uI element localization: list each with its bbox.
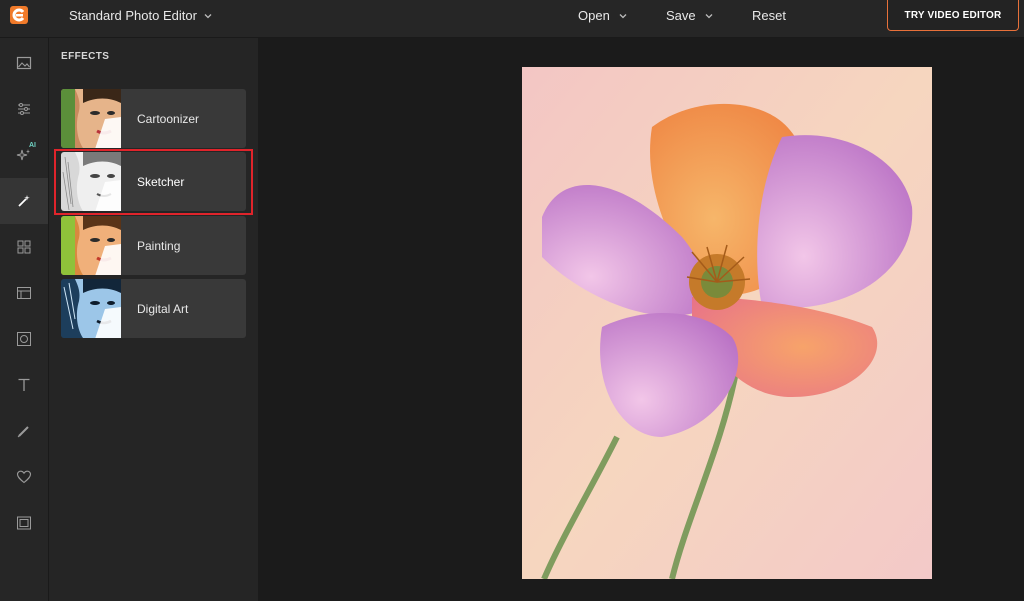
- effect-sketcher[interactable]: Sketcher: [61, 152, 246, 211]
- tool-rail: AI: [0, 38, 49, 601]
- chevron-down-icon: [619, 13, 627, 18]
- effects-panel: EFFECTS Cartoonizer Sketcher Painting Di…: [49, 38, 258, 601]
- grid-icon: [17, 240, 31, 254]
- rail-item-draw[interactable]: [0, 408, 48, 454]
- ai-badge: AI: [29, 142, 36, 149]
- painting-thumbnail: [61, 216, 121, 275]
- text-icon: [18, 378, 30, 391]
- effect-digital-art[interactable]: Digital Art: [61, 279, 246, 338]
- heart-icon: [16, 470, 32, 484]
- open-label: Open: [578, 8, 610, 23]
- effect-label: Sketcher: [137, 174, 185, 189]
- digital-art-thumbnail: [61, 279, 121, 338]
- magic-wand-icon: [18, 195, 30, 207]
- sketcher-thumbnail: [61, 152, 121, 211]
- open-menu[interactable]: Open: [578, 8, 628, 23]
- overlay-icon: [17, 287, 31, 299]
- chevron-down-icon: [705, 13, 713, 18]
- reset-label: Reset: [752, 8, 786, 23]
- effect-label: Cartoonizer: [137, 111, 200, 126]
- rail-item-ai[interactable]: AI: [0, 132, 48, 178]
- rail-item-border[interactable]: [0, 500, 48, 546]
- try-video-editor-button[interactable]: TRY VIDEO EDITOR: [887, 0, 1019, 31]
- app-logo-icon[interactable]: [10, 6, 28, 24]
- effect-cartoonizer[interactable]: Cartoonizer: [61, 89, 246, 148]
- panel-title: EFFECTS: [61, 51, 110, 62]
- rail-item-overlay[interactable]: [0, 270, 48, 316]
- save-menu[interactable]: Save: [666, 8, 714, 23]
- photo-canvas[interactable]: [522, 67, 932, 579]
- reset-button[interactable]: Reset: [752, 8, 786, 23]
- ai-sparkle-icon: [16, 149, 30, 161]
- image-icon: [16, 56, 32, 70]
- brush-icon: [17, 426, 29, 438]
- adjustments-icon: [18, 103, 30, 115]
- app-title-dropdown[interactable]: Standard Photo Editor: [69, 8, 213, 23]
- effect-painting[interactable]: Painting: [61, 216, 246, 275]
- rail-item-grid[interactable]: [0, 224, 48, 270]
- rail-item-stickers[interactable]: [0, 454, 48, 500]
- border-icon: [17, 516, 31, 530]
- rail-item-effects[interactable]: [0, 178, 48, 224]
- rail-item-image[interactable]: [0, 40, 48, 86]
- effect-label: Digital Art: [137, 301, 189, 316]
- rail-item-text[interactable]: [0, 362, 48, 408]
- rail-item-adjust[interactable]: [0, 86, 48, 132]
- cartoonizer-thumbnail: [61, 89, 121, 148]
- top-bar: Standard Photo Editor Open Save Reset TR…: [0, 0, 1024, 38]
- chevron-down-icon: [204, 13, 212, 18]
- effect-label: Painting: [137, 238, 181, 253]
- rail-item-frame[interactable]: [0, 316, 48, 362]
- frame-icon: [17, 332, 31, 346]
- app-title-label: Standard Photo Editor: [69, 8, 197, 23]
- save-label: Save: [666, 8, 696, 23]
